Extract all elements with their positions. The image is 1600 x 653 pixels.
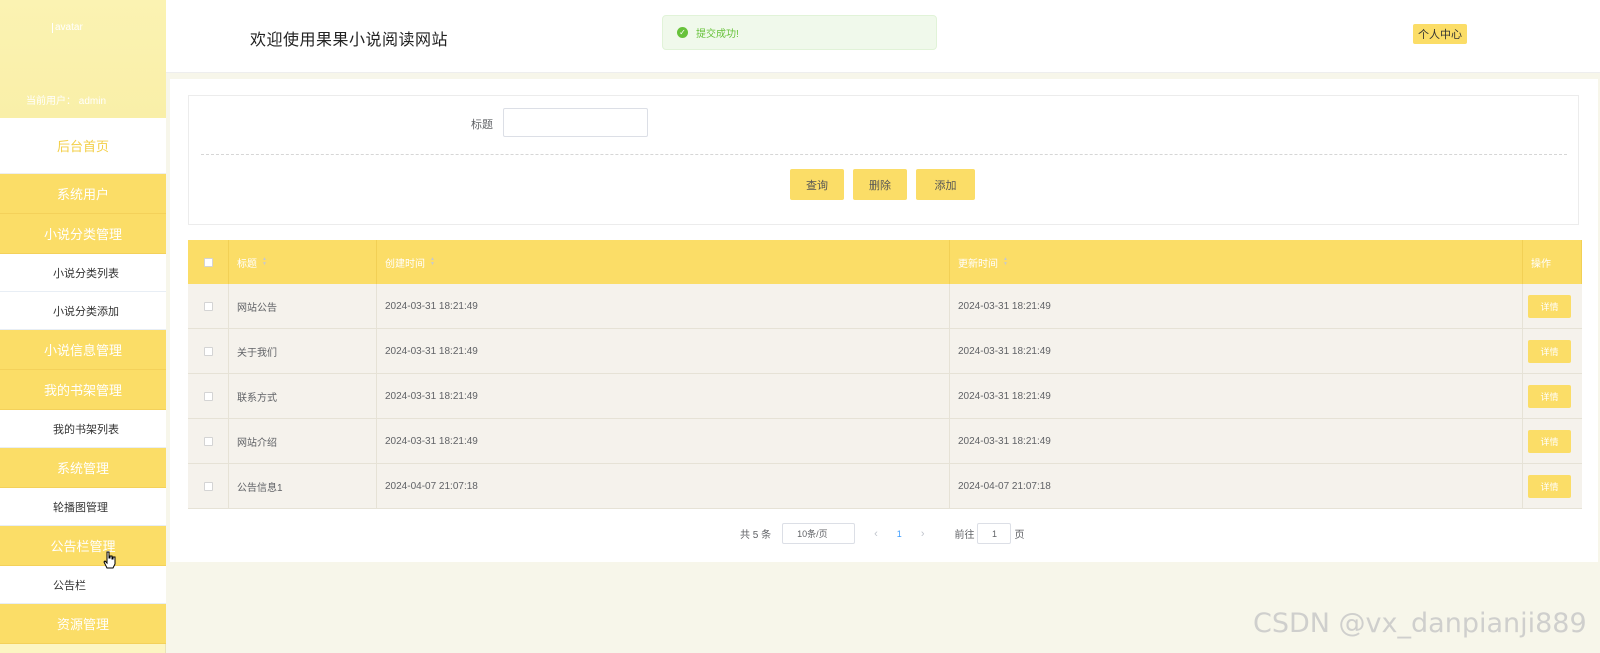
row-checkbox[interactable] [203, 346, 213, 356]
success-check-icon: ✓ [677, 27, 688, 38]
row-created: 2024-03-31 18:21:49 [377, 284, 950, 328]
table-row: 网站公告 2024-03-31 18:21:49 2024-03-31 18:2… [188, 284, 1582, 329]
table-header: 标题 ▲ ▼ 创建时间 ▲ ▼ 更新时间 ▲ ▼ 操作 [188, 240, 1582, 284]
column-title-label: 标题 [237, 258, 257, 270]
watermark: CSDN @vx_danpianji889 [1253, 608, 1587, 639]
menu-group-system-management[interactable]: 系统管理 [0, 448, 166, 488]
add-button[interactable]: 添加 [916, 169, 975, 200]
title-search-label: 标题 [471, 119, 493, 131]
page-size-select[interactable]: 10条/页 [782, 523, 856, 544]
profile-button[interactable]: 个人中心 [1413, 24, 1467, 44]
row-title: 网站介绍 [229, 419, 377, 463]
current-user-label: 当前用户： admin [26, 96, 107, 107]
row-select-cell [188, 374, 229, 418]
detail-button[interactable]: 详情 [1528, 429, 1571, 453]
query-button[interactable]: 查询 [790, 169, 844, 200]
notice-table: 标题 ▲ ▼ 创建时间 ▲ ▼ 更新时间 ▲ ▼ 操作 网站公告 2024-03-31 18… [188, 240, 1582, 509]
row-checkbox[interactable] [203, 391, 213, 401]
sidebar: avatar 当前用户： admin 后台首页 系统用户 小说分类管理 小说分类… [0, 0, 166, 653]
menu-item-category-add[interactable]: 小说分类添加 [0, 292, 166, 330]
row-select-cell [188, 329, 229, 373]
pagination: 共 5 条 10条/页 ‹ 1 › 前往 1 页 [740, 523, 1024, 544]
sort-icon[interactable]: ▲ ▼ [430, 257, 435, 267]
sort-icon[interactable]: ▲ ▼ [262, 257, 267, 267]
row-created: 2024-03-31 18:21:49 [377, 419, 950, 463]
pagination-total: 共 5 条 [740, 530, 772, 541]
delete-button[interactable]: 删除 [853, 169, 907, 200]
row-checkbox[interactable] [203, 481, 213, 491]
sort-icon[interactable]: ▲ ▼ [1003, 257, 1008, 267]
row-updated: 2024-03-31 18:21:49 [950, 419, 1523, 463]
menu-group-notice-management[interactable]: 公告栏管理 [0, 526, 166, 566]
page-number-1[interactable]: 1 [897, 529, 902, 539]
select-all-checkbox[interactable] [203, 257, 213, 267]
goto-page-input[interactable]: 1 [977, 523, 1012, 544]
menu-item-category-list[interactable]: 小说分类列表 [0, 254, 166, 292]
table-row: 公告信息1 2024-04-07 21:07:18 2024-04-07 21:… [188, 464, 1582, 509]
row-title: 公告信息1 [229, 464, 377, 508]
row-checkbox[interactable] [203, 301, 213, 311]
row-created: 2024-03-31 18:21:49 [377, 374, 950, 418]
menu-item-carousel-management[interactable]: 轮播图管理 [0, 488, 166, 526]
page-word-label: 页 [1014, 530, 1025, 541]
menu-group-category-management[interactable]: 小说分类管理 [0, 214, 166, 254]
row-select-cell [188, 464, 229, 508]
toast-message: 提交成功! [696, 29, 739, 40]
column-header-created[interactable]: 创建时间 ▲ ▼ [377, 240, 950, 284]
row-title: 网站公告 [229, 284, 377, 328]
menu-item-notice-board[interactable]: 公告栏 [0, 566, 166, 604]
table-row: 关于我们 2024-03-31 18:21:49 2024-03-31 18:2… [188, 329, 1582, 374]
row-checkbox[interactable] [203, 436, 213, 446]
menu-group-system-users[interactable]: 系统用户 [0, 174, 166, 214]
row-action-cell: 详情 [1523, 374, 1582, 418]
column-updated-label: 更新时间 [958, 258, 998, 270]
success-toast: ✓ 提交成功! [662, 15, 937, 50]
row-action-cell: 详情 [1523, 419, 1582, 463]
next-page-icon[interactable]: › [921, 528, 925, 540]
column-created-label: 创建时间 [385, 258, 425, 270]
avatar: avatar [52, 22, 83, 33]
detail-button[interactable]: 详情 [1528, 474, 1571, 498]
row-updated: 2024-04-07 21:07:18 [950, 464, 1523, 508]
prev-page-icon[interactable]: ‹ [874, 528, 878, 540]
row-action-cell: 详情 [1523, 464, 1582, 508]
row-created: 2024-04-07 21:07:18 [377, 464, 950, 508]
sidebar-menu: 后台首页 系统用户 小说分类管理 小说分类列表 小说分类添加 小说信息管理 我的… [0, 118, 166, 644]
row-updated: 2024-03-31 18:21:49 [950, 329, 1523, 373]
row-select-cell [188, 419, 229, 463]
menu-item-bookshelf-list[interactable]: 我的书架列表 [0, 410, 166, 448]
table-row: 网站介绍 2024-03-31 18:21:49 2024-03-31 18:2… [188, 419, 1582, 464]
avatar-alt-text: avatar [55, 22, 83, 33]
row-title: 联系方式 [229, 374, 377, 418]
menu-group-bookshelf-management[interactable]: 我的书架管理 [0, 370, 166, 410]
site-welcome-title: 欢迎使用果果小说阅读网站 [250, 32, 449, 49]
broken-image-icon [52, 22, 54, 33]
detail-button[interactable]: 详情 [1528, 294, 1571, 318]
column-header-action: 操作 [1523, 240, 1582, 284]
row-updated: 2024-03-31 18:21:49 [950, 284, 1523, 328]
row-select-cell [188, 284, 229, 328]
select-all-cell [188, 240, 229, 284]
menu-group-resource-management[interactable]: 资源管理 [0, 604, 166, 644]
detail-button[interactable]: 详情 [1528, 339, 1571, 363]
column-header-title[interactable]: 标题 ▲ ▼ [229, 240, 377, 284]
menu-item-home[interactable]: 后台首页 [0, 118, 166, 174]
table-row: 联系方式 2024-03-31 18:21:49 2024-03-31 18:2… [188, 374, 1582, 419]
menu-group-novel-management[interactable]: 小说信息管理 [0, 330, 166, 370]
goto-label: 前往 [954, 530, 975, 541]
detail-button[interactable]: 详情 [1528, 384, 1571, 408]
top-header: 欢迎使用果果小说阅读网站 ✓ 提交成功! 个人中心 [166, 0, 1600, 73]
title-search-input[interactable] [503, 108, 648, 137]
sidebar-header: avatar 当前用户： admin [0, 0, 166, 118]
search-form: 标题 查询 删除 添加 [188, 95, 1579, 225]
hand-cursor-icon [103, 551, 116, 569]
row-action-cell: 详情 [1523, 284, 1582, 328]
row-created: 2024-03-31 18:21:49 [377, 329, 950, 373]
column-header-updated[interactable]: 更新时间 ▲ ▼ [950, 240, 1523, 284]
row-action-cell: 详情 [1523, 329, 1582, 373]
form-divider [201, 154, 1567, 155]
row-updated: 2024-03-31 18:21:49 [950, 374, 1523, 418]
row-title: 关于我们 [229, 329, 377, 373]
